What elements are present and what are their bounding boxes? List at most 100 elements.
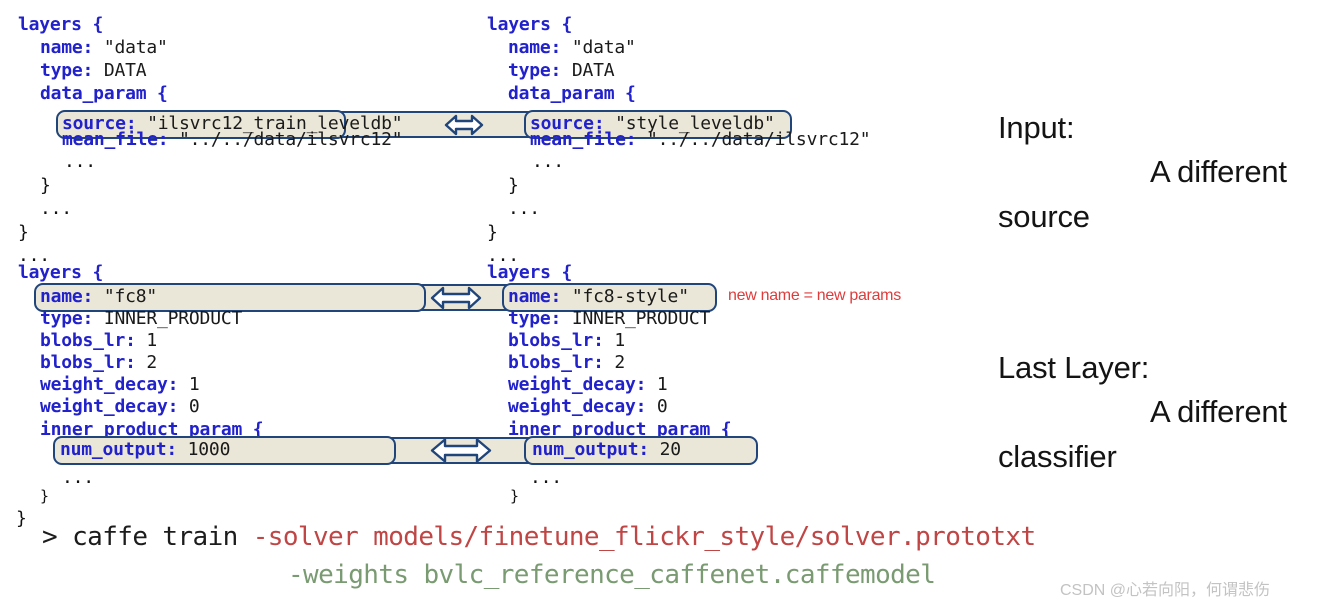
caffe-train-command-line1: > caffe train -solver models/finetune_fl… [42, 522, 1036, 552]
right-fc8-open: layers { [487, 262, 573, 283]
right-fc8-blobslr2-key: blobs_lr: [508, 352, 604, 373]
left-fc8-name-line: name: "fc8" [40, 285, 157, 309]
right-fc8-blobslr1-line: blobs_lr: 1 [508, 329, 625, 353]
left-data-param-line: data_param { [40, 82, 168, 106]
right-fc8-blobslr1-key: blobs_lr: [508, 330, 604, 351]
left-data-layer-code: layers { [18, 13, 103, 37]
right-fc8-type-key: type: [508, 308, 562, 329]
right-fc8-wdecay2-value: 0 [646, 396, 668, 417]
right-fc8-name-key: name: [508, 286, 562, 307]
right-data-param-key: data_param [508, 83, 615, 104]
input-annotation-title: Input: [998, 110, 1075, 145]
left-data-param-brace: { [146, 83, 168, 104]
right-data-type-line: type: DATA [508, 59, 615, 83]
right-fc8-wdecay1-key: weight_decay: [508, 374, 647, 395]
left-fc8-blobslr1-value: 1 [135, 330, 158, 351]
num-output-compare-double-arrow [430, 438, 492, 463]
left-fc8-wdecay2-line: weight_decay: 0 [40, 395, 200, 419]
source-compare-double-arrow [444, 114, 484, 136]
right-num-output-key: num_output: [532, 439, 650, 460]
left-fc8-layer-code: layers { [18, 261, 103, 285]
right-fc8-layer-code: layers { [487, 261, 572, 285]
fc8-name-compare-double-arrow [430, 286, 482, 310]
left-data-name-value: "data" [93, 37, 168, 58]
last-layer-annotation-detail: A different [1150, 394, 1287, 429]
command-prompt: > caffe train [42, 522, 253, 552]
right-data-inner-close: } [508, 175, 519, 196]
right-mean-file-line: mean_file: "../../data/ilsvrc12" [530, 128, 871, 152]
left-data-inner-dots: ... [64, 151, 96, 172]
right-data-outer-close: } [487, 222, 498, 243]
left-data-type-value: DATA [93, 60, 147, 81]
command-solver-flag: -solver models/finetune_flickr_style/sol… [252, 522, 1036, 552]
right-data-inner-dots: ... [532, 151, 564, 172]
right-mean-file-key: mean_file: [530, 129, 637, 150]
left-fc8-name-value: "fc8" [93, 286, 158, 307]
right-mean-file-value: "../../data/ilsvrc12" [636, 129, 871, 150]
left-data-type-key: type: [40, 60, 94, 81]
left-data-name-line: name: "data" [40, 36, 168, 60]
right-fc8-type-value: INNER_PRODUCT [561, 308, 711, 329]
right-data-type-value: DATA [561, 60, 615, 81]
left-fc8-blobslr2-key: blobs_lr: [40, 352, 136, 373]
right-fc8-blobslr2-line: blobs_lr: 2 [508, 351, 625, 375]
left-fc8-wdecay1-line: weight_decay: 1 [40, 373, 200, 397]
new-name-note: new name = new params [728, 287, 901, 304]
left-fc8-type-key: type: [40, 308, 94, 329]
right-data-name-line: name: "data" [508, 36, 636, 60]
last-layer-annotation-detail2: classifier [998, 439, 1117, 474]
last-layer-annotation-title: Last Layer: [998, 350, 1150, 385]
right-data-outer-dots: ... [508, 198, 540, 219]
right-data-type-key: type: [508, 60, 562, 81]
left-num-output-line: num_output: 1000 [60, 438, 230, 462]
left-fc8-type-line: type: INNER_PRODUCT [40, 307, 242, 331]
left-fc8-blobslr1-key: blobs_lr: [40, 330, 136, 351]
right-data-param-line: data_param { [508, 82, 636, 106]
csdn-watermark: CSDN @心若向阳，何谓悲伤 [1060, 582, 1271, 599]
left-num-output-value: 1000 [177, 439, 231, 460]
left-fc8-inner-dots: ... [62, 467, 94, 488]
left-fc8-inner-close: } [40, 487, 49, 505]
left-fc8-wdecay2-value: 0 [178, 396, 200, 417]
right-fc8-name-value: "fc8-style" [561, 286, 689, 307]
right-fc8-blobslr2-value: 2 [603, 352, 626, 373]
left-fc8-blobslr1-line: blobs_lr: 1 [40, 329, 157, 353]
right-fc8-inner-close: } [510, 487, 519, 505]
right-fc8-blobslr1-value: 1 [603, 330, 626, 351]
right-fc8-type-line: type: INNER_PRODUCT [508, 307, 710, 331]
left-fc8-type-value: INNER_PRODUCT [93, 308, 243, 329]
left-data-outer-close: } [18, 222, 29, 243]
right-data-name-key: name: [508, 37, 562, 58]
left-data-type-line: type: DATA [40, 59, 147, 83]
right-fc8-wdecay2-line: weight_decay: 0 [508, 395, 668, 419]
caffe-train-command-line2: -weights bvlc_reference_caffenet.caffemo… [288, 560, 936, 590]
left-fc8-wdecay1-value: 1 [178, 374, 200, 395]
left-data-param-key: data_param [40, 83, 147, 104]
left-fc8-blobslr2-value: 2 [135, 352, 158, 373]
left-fc8-wdecay1-key: weight_decay: [40, 374, 179, 395]
input-annotation-detail2: source [998, 199, 1090, 234]
right-fc8-inner-dots: ... [530, 467, 562, 488]
right-data-param-brace: { [614, 83, 636, 104]
right-fc8-wdecay2-key: weight_decay: [508, 396, 647, 417]
left-fc8-outer-close: } [16, 508, 27, 529]
right-fc8-wdecay1-value: 1 [646, 374, 668, 395]
right-fc8-name-line: name: "fc8-style" [508, 285, 689, 309]
left-data-open: layers { [18, 14, 104, 35]
input-annotation-detail: A different [1150, 154, 1287, 189]
left-fc8-wdecay2-key: weight_decay: [40, 396, 179, 417]
left-fc8-blobslr2-line: blobs_lr: 2 [40, 351, 157, 375]
left-num-output-key: num_output: [60, 439, 178, 460]
right-data-layer-code: layers { [487, 13, 572, 37]
right-fc8-wdecay1-line: weight_decay: 1 [508, 373, 668, 397]
right-num-output-value: 20 [649, 439, 681, 460]
right-data-name-value: "data" [561, 37, 636, 58]
left-data-outer-dots: ... [40, 198, 72, 219]
left-fc8-name-key: name: [40, 286, 94, 307]
left-data-name-key: name: [40, 37, 94, 58]
left-mean-file-key: mean_file: [62, 129, 169, 150]
left-fc8-open: layers { [18, 262, 104, 283]
left-mean-file-value: "../../data/ilsvrc12" [168, 129, 403, 150]
right-num-output-line: num_output: 20 [532, 438, 681, 462]
left-mean-file-line: mean_file: "../../data/ilsvrc12" [62, 128, 403, 152]
